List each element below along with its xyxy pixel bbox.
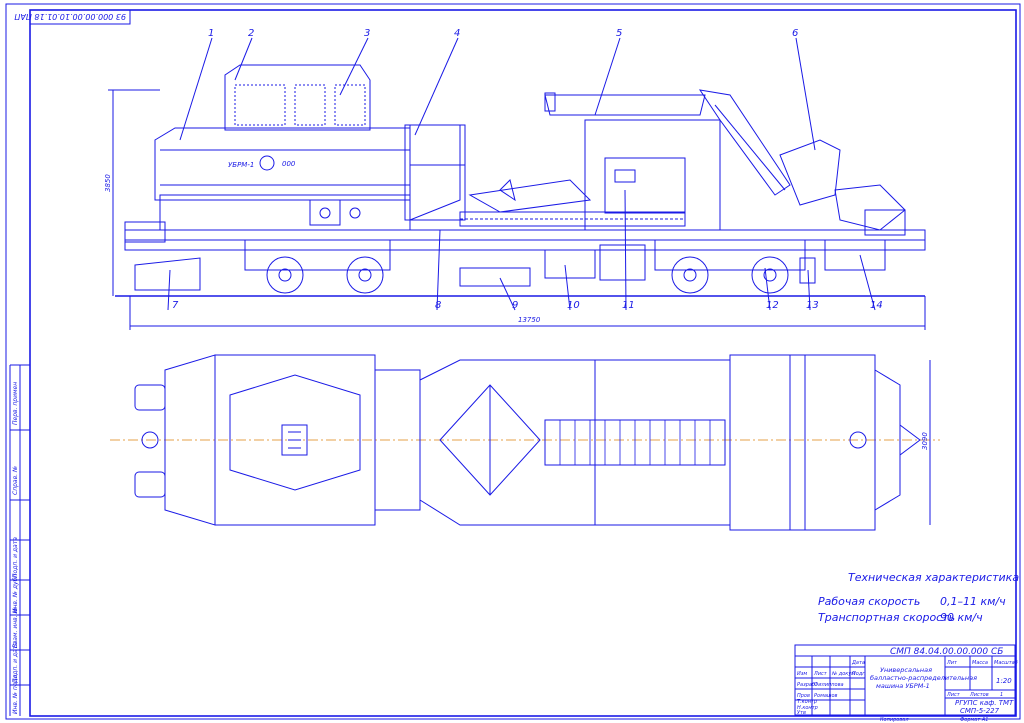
drawing-sheet: 93 000.00.00.10.01.18 ПАП 1 2 3 4 5 6 7 … xyxy=(0,0,1024,723)
top-rear-section xyxy=(729,354,876,531)
spec-value-1: 90 км/ч xyxy=(940,611,983,624)
tb-sheets-label: Листов xyxy=(969,692,989,698)
callout-4: 4 xyxy=(454,28,460,39)
stamp-ref-no: Справ. № xyxy=(12,466,19,495)
callout-9: 9 xyxy=(512,300,518,311)
front-coupler xyxy=(134,257,201,291)
callout-12: 12 xyxy=(766,300,779,311)
side-view xyxy=(108,37,926,330)
rear-bogie xyxy=(654,239,806,294)
tb-col-sign: Подп xyxy=(852,671,866,677)
callout-11: 11 xyxy=(622,300,635,311)
callout-2: 2 xyxy=(248,28,254,39)
upper-boom xyxy=(544,94,706,116)
tb-col-izm: Изм xyxy=(797,671,807,677)
spec-label-0: Рабочая скорость xyxy=(818,595,920,608)
tb-col-lit: Лит xyxy=(946,660,958,666)
width-value: 3090 xyxy=(921,432,929,450)
callout-13: 13 xyxy=(806,300,819,311)
callout-8: 8 xyxy=(435,300,441,311)
front-buffer xyxy=(124,221,166,243)
callout-14: 14 xyxy=(870,300,883,311)
callout-7: 7 xyxy=(172,300,179,311)
tb-format: Формат А1 xyxy=(960,717,988,723)
callout-numbers: 1 2 3 4 5 6 7 8 9 10 11 12 13 14 xyxy=(172,28,883,311)
tb-name-chk: Ромашов xyxy=(814,693,838,699)
tb-sheets-count: 1 xyxy=(1000,692,1003,698)
rear-plough xyxy=(779,139,841,206)
callout-5: 5 xyxy=(616,28,622,39)
callout-6: 6 xyxy=(792,28,798,39)
hopper xyxy=(409,124,461,221)
tb-role-dev: Разраб xyxy=(797,682,815,688)
tb-name-1: Универсальная xyxy=(880,666,932,674)
tb-name-dev: Филиппова xyxy=(814,682,844,688)
tb-col-scale: Масштаб xyxy=(994,660,1018,666)
top-hopper xyxy=(419,359,596,526)
tb-role-ut: Утв xyxy=(797,710,806,716)
underframe-box xyxy=(459,267,531,287)
front-bogie xyxy=(244,239,391,294)
callout-1: 1 xyxy=(208,28,214,39)
stamp-first-use: Перв. примен xyxy=(12,382,19,425)
tb-col-mass: Масса xyxy=(972,660,988,666)
tb-name-3: машина УБРМ-1 xyxy=(876,682,930,690)
callout-3: 3 xyxy=(364,28,370,39)
top-view xyxy=(110,354,940,531)
tb-org-2: СМП-5-227 xyxy=(960,707,1000,715)
cab-body xyxy=(224,64,371,131)
stamp-sign-date-1: Подп. и дата xyxy=(12,537,19,578)
spec-value-0: 0,1–11 км/ч xyxy=(940,595,1006,608)
tb-col-list: Лист xyxy=(813,671,828,677)
tb-copied: Копировал xyxy=(880,717,909,723)
stamp-dup-inv: Инв. № дубл xyxy=(12,574,19,613)
headlamp-circle xyxy=(259,155,275,171)
height-value: 3850 xyxy=(104,174,112,192)
callout-10: 10 xyxy=(567,300,580,311)
stamp-orig-inv: Инв. № подл xyxy=(12,674,19,714)
tb-org-1: РГУПС каф. ТМТ xyxy=(955,699,1014,707)
stamp-replace-inv: Взам. инв. № xyxy=(12,607,19,648)
central-window xyxy=(604,157,686,214)
specs-title: Техническая характеристика xyxy=(848,571,1019,584)
cab-marking: УБРМ-1 xyxy=(228,161,254,169)
length-value: 13750 xyxy=(518,316,541,324)
drawing-code: 93 000.00.00.10.01.18 ПАП xyxy=(14,12,126,21)
tb-col-date: Дата xyxy=(851,660,865,666)
drawing-canvas: 93 000.00.00.10.01.18 ПАП 1 2 3 4 5 6 7 … xyxy=(5,3,1021,723)
designation: СМП 84.04.00.00.000 СБ xyxy=(890,647,1003,657)
tb-sheet-label: Лист xyxy=(946,692,961,698)
tb-scale: 1:20 xyxy=(996,677,1012,685)
tb-name-2: балластно-распределительная xyxy=(870,674,977,682)
spec-label-1: Транспортная скорость xyxy=(818,611,955,624)
cab-number: 000 xyxy=(282,160,296,168)
